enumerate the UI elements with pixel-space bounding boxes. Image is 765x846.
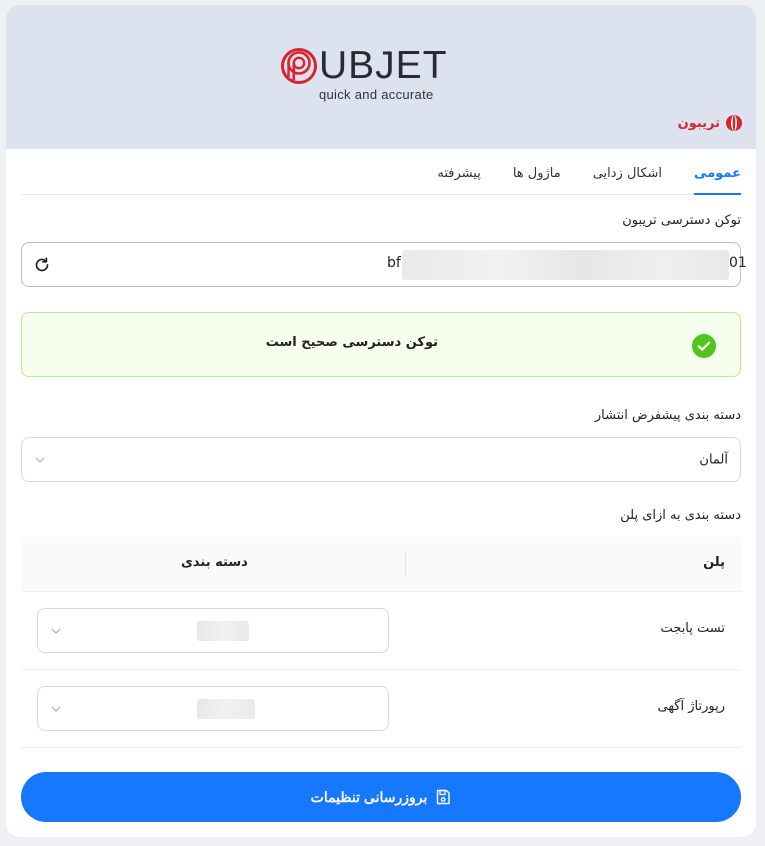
column-header-category: دسته بندی xyxy=(181,555,248,570)
tab-debugging[interactable]: اشکال زدایی xyxy=(593,166,662,194)
tab-general[interactable]: عمومی xyxy=(694,166,741,195)
tab-modules[interactable]: ماژول ها xyxy=(513,166,561,194)
table-row: تست پابجت xyxy=(21,592,741,670)
pubjet-logo: UBJET quick and accurate xyxy=(281,45,466,105)
table-header: پلن دسته بندی xyxy=(21,537,741,592)
check-circle-icon xyxy=(692,334,716,358)
token-input[interactable]: bf 01 xyxy=(21,242,747,287)
token-value-prefix: bf xyxy=(387,255,401,271)
tab-advanced[interactable]: پیشرفته xyxy=(437,166,480,194)
tribune-brand: تریبون xyxy=(678,113,744,133)
token-valid-alert: توکن دسترسی صحیح است xyxy=(21,312,741,377)
token-redacted xyxy=(402,250,729,280)
chevron-down-icon xyxy=(51,628,61,634)
default-category-select[interactable]: آلمان xyxy=(21,437,741,482)
tribune-brand-name: تریبون xyxy=(677,115,720,131)
update-settings-label: بروزرسانی تنظیمات xyxy=(310,788,428,805)
tribune-logo-icon xyxy=(726,115,742,131)
column-separator xyxy=(405,552,406,576)
header-banner: UBJET quick and accurate تریبون xyxy=(6,5,756,149)
default-category-label: دسته بندی پیشفرض انتشار xyxy=(594,408,741,423)
chevron-down-icon xyxy=(35,457,45,463)
settings-tabs: عمومی اشکال زدایی ماژول ها پیشرفته xyxy=(21,149,741,195)
settings-card: UBJET quick and accurate تریبون عمومی اش… xyxy=(6,5,756,837)
plan-name: رپورتاژ آگهی xyxy=(657,699,725,714)
table-row: رپورتاژ آگهی xyxy=(21,670,741,748)
plan-category-select[interactable] xyxy=(37,608,389,653)
plan-categories-label: دسته بندی به ازای پلن xyxy=(620,508,741,523)
default-category-value: آلمان xyxy=(699,452,728,467)
token-value-suffix: 01 xyxy=(729,255,747,271)
token-label: توکن دسترسی تریبون xyxy=(622,213,741,228)
plan-categories-table: پلن دسته بندی تست پابجت رپورتاژ آگهی xyxy=(21,537,741,748)
logo-tagline: quick and accurate xyxy=(319,87,434,102)
plan-name: تست پابجت xyxy=(660,621,725,636)
save-icon xyxy=(437,789,451,805)
pubjet-logo-mark-icon xyxy=(281,48,317,84)
logo-text: UBJET xyxy=(319,44,448,87)
chevron-down-icon xyxy=(51,706,61,712)
alert-message: توکن دسترسی صحیح است xyxy=(265,335,438,350)
update-settings-button[interactable]: بروزرسانی تنظیمات xyxy=(21,772,741,822)
column-header-plan: پلن xyxy=(703,555,725,570)
plan-category-redacted xyxy=(197,620,249,641)
refresh-icon[interactable] xyxy=(33,256,51,274)
plan-category-select[interactable] xyxy=(37,686,389,731)
plan-category-redacted xyxy=(197,698,255,719)
